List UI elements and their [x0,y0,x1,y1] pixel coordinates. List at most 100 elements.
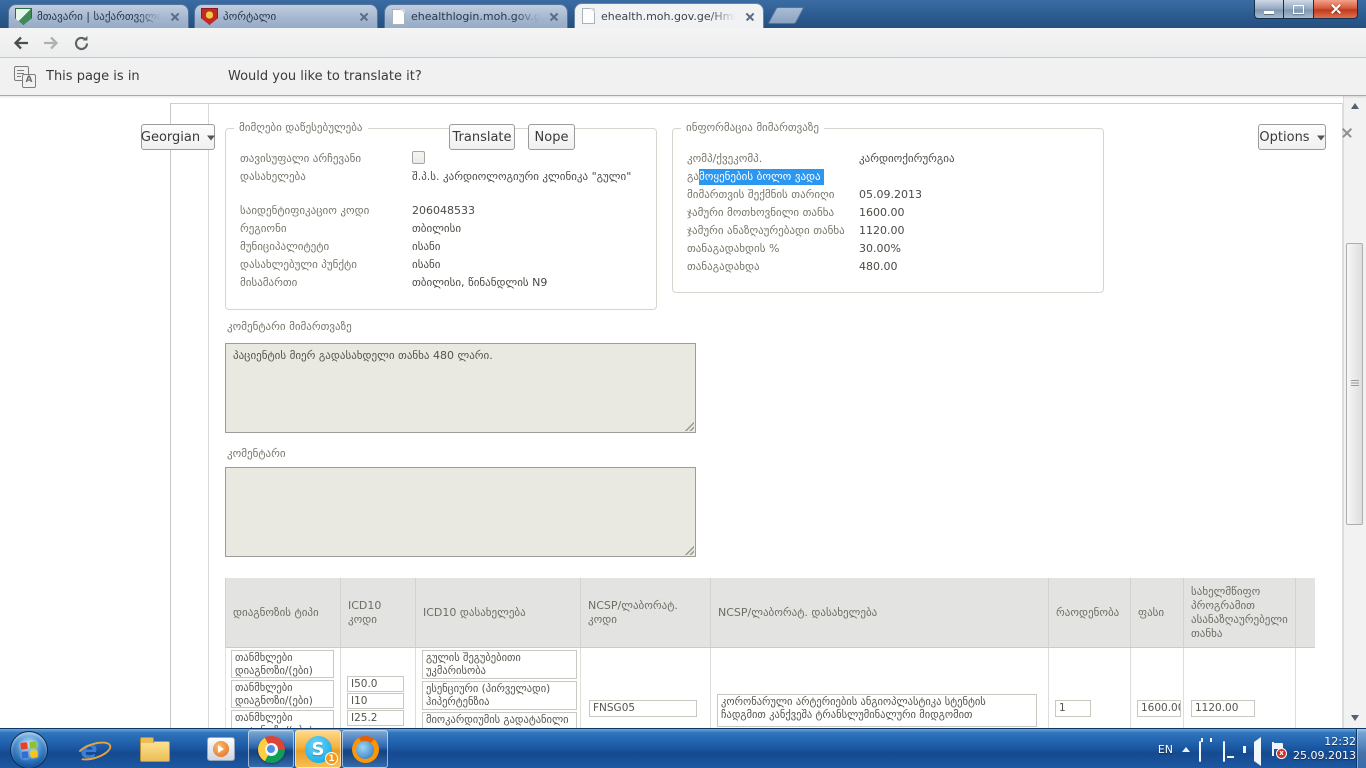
internet-explorer-icon: e [81,737,98,762]
maximize-icon [1293,5,1304,14]
start-button[interactable] [10,731,48,768]
field-value: 30.00% [859,241,1097,256]
comment-textarea[interactable] [225,467,696,557]
firefox-taskbar-button[interactable] [342,730,388,768]
tab-title: ehealth.moh.gov.ge/Hmis [601,10,740,23]
translate-message: This page is in [46,69,140,84]
scroll-down-icon[interactable] [1347,710,1363,726]
network-icon[interactable] [1223,742,1238,757]
field-value: 05.09.2013 [859,187,1097,202]
tab-ehealthlogin[interactable]: ehealthlogin.moh.gov.ge/ [384,4,568,28]
field-label: დასახელება [240,169,412,184]
fieldset-legend: მიმღები დაწესებულება [234,121,368,134]
back-icon [12,35,30,51]
field-value: 480.00 [859,259,1097,274]
clock[interactable]: 12:32 25.09.2013 [1293,735,1356,763]
diagnosis-type-input[interactable]: თანმხლები დიაგნოზი/(ები) [231,710,334,728]
icd10-code-input[interactable]: I10 [347,693,404,709]
close-icon[interactable] [1340,126,1354,140]
new-tab-button[interactable] [767,7,804,24]
icd10-name-input[interactable]: ესენციური (პირველადი) ჰიპერტენზია [422,681,577,710]
tab-close-icon[interactable] [357,10,371,24]
column-header: ICD10 კოდი [341,578,416,647]
field-label: მუნიციპალიტეტი [240,239,412,254]
field-value: შ.პ.ს. კარდიოლოგიური კლინიკა "გული" [412,169,647,184]
scrollbar-thumb[interactable] [1346,243,1363,525]
desktop: მთავარი | საქართველოს პორტალი ehealthlog… [0,0,1366,768]
referral-comment-textarea[interactable]: პაციენტის მიერ გადასახდელი თანხა 480 ლარ… [225,343,696,433]
tab-title: მთავარი | საქართველოს [37,10,165,23]
column-header: დიაგნოზის ტიპი [226,578,341,647]
window-controls [1254,0,1358,19]
referral-info-fieldset: ინფორმაცია მიმართვაზე კომპ/ქვეკომპ. კარდ… [672,128,1104,293]
field-label: კომპ/ქვეკომპ. [687,151,859,166]
scrollbar[interactable] [1343,96,1366,728]
chevron-down-icon [207,135,215,144]
forward-icon [42,35,60,51]
tab-close-icon[interactable] [743,9,757,23]
content-left-border [208,103,209,728]
back-button[interactable] [8,31,34,55]
field-label: ჯამური მოთხოვნილი თანხა [687,205,859,220]
maximize-button[interactable] [1284,0,1313,19]
free-choice-checkbox[interactable] [412,151,425,164]
browser-titlebar: მთავარი | საქართველოს პორტალი ehealthlog… [0,0,1366,28]
windows-flag-icon [20,741,38,759]
page-icon [391,9,406,24]
icd10-name-input[interactable]: მიოკარდიუმის გადატანილი [422,712,577,728]
comment-label: კომენტარი [227,447,286,460]
options-button[interactable]: Options [1258,124,1326,150]
power-icon[interactable] [1199,742,1214,757]
nope-button[interactable]: Nope [528,124,575,150]
price-input[interactable]: 1600.00 [1137,700,1181,717]
resize-grip-icon[interactable] [684,421,694,431]
internet-explorer-button[interactable]: e [66,729,112,768]
window-close-icon [1330,3,1342,15]
close-button[interactable] [1313,0,1358,19]
show-hidden-icons-icon[interactable] [1182,743,1190,752]
minimize-button[interactable] [1254,0,1284,19]
field-label: თანაგადახდა [687,259,859,274]
tab-mtavari[interactable]: მთავარი | საქართველოს [8,4,189,28]
quantity-input[interactable]: 1 [1055,700,1091,717]
reload-icon [73,35,90,52]
chevron-down-icon [1317,135,1325,144]
page-icon [581,9,596,24]
diagnosis-type-input[interactable]: თანმხლები დიაგნოზი/(ები) [231,650,334,678]
reload-button[interactable] [68,31,94,55]
services-table-body: თანმხლები დიაგნოზი/(ები) თანმხლები დიაგნ… [225,648,1315,728]
column-header: NCSP/ლაბორატ. დასახელება [711,578,1049,647]
forward-button[interactable] [38,31,64,55]
column-header: ICD10 დასახელება [416,578,581,647]
action-center-icon[interactable]: x [1271,742,1284,757]
tab-close-icon[interactable] [168,10,182,24]
show-desktop-button[interactable] [1356,729,1366,768]
language-dropdown[interactable]: Georgian [141,124,215,150]
ncsp-name-input[interactable]: კორონარული არტერიების ანგიოპლასტიკა სტენ… [717,694,1037,727]
tab-portali[interactable]: პორტალი [194,4,378,28]
file-explorer-button[interactable] [132,729,178,768]
diagnosis-type-input[interactable]: თანმხლები დიაგნოზი/(ები) [231,680,334,708]
tab-close-icon[interactable] [547,10,561,24]
column-header: NCSP/ლაბორატ. კოდი [581,578,711,647]
icd10-name-input[interactable]: გულის შეგუბებითი უკმარისობა [422,650,577,679]
icd10-code-input[interactable]: I25.2 [347,710,404,726]
tab-ehealth-active[interactable]: ehealth.moh.gov.ge/Hmis [574,3,764,28]
language-indicator[interactable]: EN [1158,743,1173,756]
field-label: რეგიონი [240,221,412,236]
state-amount-input[interactable]: 1120.00 [1191,700,1255,717]
volume-icon[interactable] [1247,742,1262,757]
taskbar: e S 1 EN x 12:32 25.09.2013 [0,728,1366,768]
translate-button[interactable]: Translate [449,124,515,150]
icd10-code-input[interactable]: I50.0 [347,676,404,692]
column-header: ფასი [1131,578,1184,647]
sidebar-border [170,103,171,728]
translate-question: Would you like to translate it? [228,69,422,84]
resize-grip-icon[interactable] [684,545,694,555]
scroll-up-icon[interactable] [1347,98,1363,114]
ncsp-code-input[interactable]: FNSG05 [589,700,697,717]
notification-badge: 1 [325,752,338,765]
media-player-button[interactable] [198,729,244,768]
skype-taskbar-button[interactable]: S 1 [295,730,341,768]
chrome-taskbar-button[interactable] [248,730,294,768]
